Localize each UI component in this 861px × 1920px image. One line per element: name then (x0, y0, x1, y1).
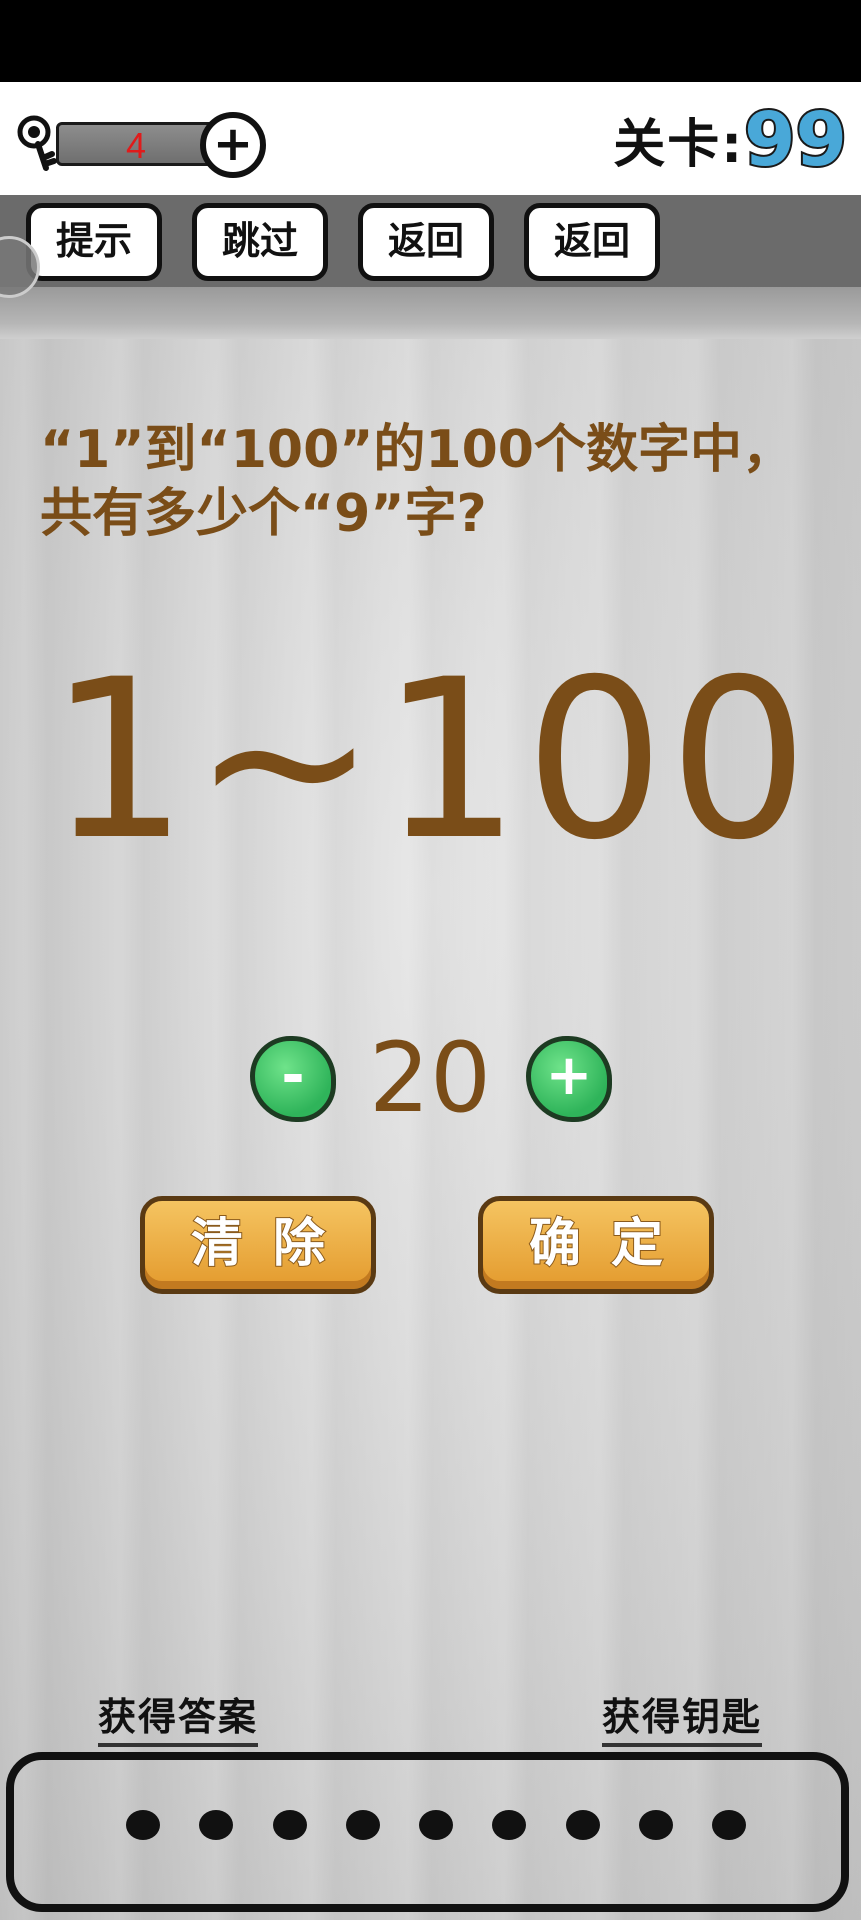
answer-slot-dot (126, 1810, 160, 1840)
status-bar (0, 0, 861, 82)
answer-slots (126, 1810, 746, 1846)
answer-slot-dot (272, 1810, 307, 1840)
confirm-button[interactable]: 确定 (478, 1196, 714, 1294)
question-text: “1”到“100”的100个数字中，共有多少个“9”字? (40, 420, 794, 544)
answer-value: 20 (368, 1022, 492, 1134)
answer-slot-dot (345, 1810, 380, 1840)
shelf-divider (0, 287, 861, 339)
add-key-button[interactable]: + (200, 112, 266, 178)
clear-button[interactable]: 清除 (140, 1196, 376, 1294)
back-button-2[interactable]: 返回 (524, 203, 660, 281)
answer-slot-dot (199, 1810, 234, 1840)
skip-button[interactable]: 跳过 (192, 203, 328, 281)
answer-slot-dot (638, 1810, 673, 1840)
level-indicator: 关卡: 99 (613, 97, 849, 183)
answer-slot-dot (419, 1810, 453, 1840)
top-bar: 4 + 关卡: 99 (0, 82, 861, 195)
toolbar: 提示 跳过 返回 返回 (0, 195, 861, 287)
answer-slot-dot (712, 1810, 746, 1840)
answer-slot-dot (492, 1810, 527, 1840)
get-key-link[interactable]: 获得钥匙 (602, 1686, 763, 1747)
answer-slot-dot (565, 1810, 600, 1840)
range-display: 1~100 (48, 632, 813, 888)
key-counter: 4 + (16, 96, 286, 181)
level-number: 99 (742, 97, 849, 183)
level-label: 关卡: (613, 115, 745, 175)
key-count: 4 (125, 125, 147, 166)
get-answer-link[interactable]: 获得答案 (98, 1686, 259, 1747)
back-button[interactable]: 返回 (358, 203, 494, 281)
key-icon (17, 115, 57, 171)
hint-button[interactable]: 提示 (26, 203, 162, 281)
